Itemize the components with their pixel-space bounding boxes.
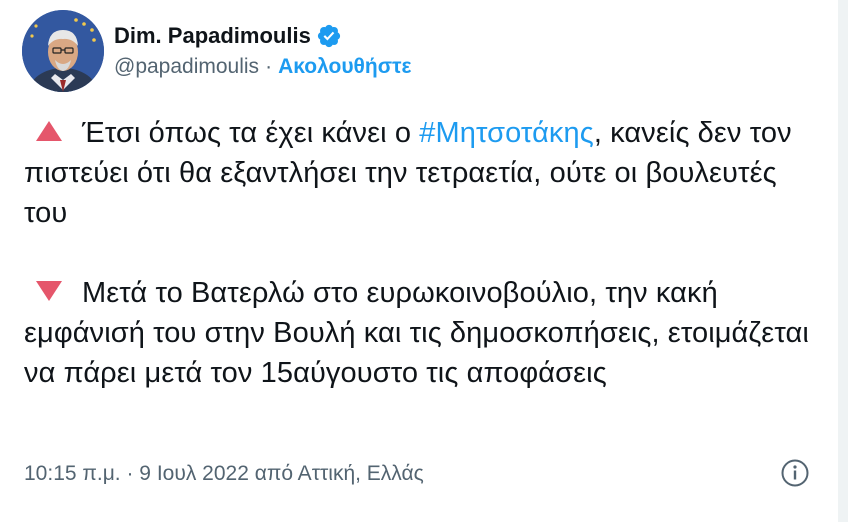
author-display-name[interactable]: Dim. Papadimoulis [114, 23, 311, 49]
follow-button[interactable]: Ακολουθήστε [278, 55, 411, 79]
triangle-up-icon [36, 121, 62, 142]
paragraph-2-text: Μετά το Βατερλώ στο ευρωκοινοβούλιο, την… [24, 277, 809, 389]
info-icon[interactable] [780, 458, 810, 488]
hashtag-link[interactable]: #Μητσοτάκης [419, 117, 594, 149]
tweet-header: Dim. Papadimoulis @papadimoulis · Ακολου… [22, 10, 411, 92]
verified-badge-icon [316, 23, 342, 49]
tweet-paragraph-1: Έτσι όπως τα έχει κάνει ο #Μητσοτάκης, κ… [24, 113, 824, 233]
avatar[interactable] [22, 10, 104, 92]
avatar-image [22, 10, 104, 92]
name-row: Dim. Papadimoulis [114, 23, 411, 49]
handle-row: @papadimoulis · Ακολουθήστε [114, 55, 411, 79]
panel-edge [838, 0, 848, 522]
tweet-paragraph-2: Μετά το Βατερλώ στο ευρωκοινοβούλιο, την… [24, 273, 824, 393]
author-identity: Dim. Papadimoulis @papadimoulis · Ακολου… [114, 23, 411, 79]
author-handle[interactable]: @papadimoulis [114, 55, 259, 79]
tweet-text: Έτσι όπως τα έχει κάνει ο #Μητσοτάκης, κ… [24, 113, 824, 393]
separator-dot: · [265, 55, 273, 78]
tweet-footer: 10:15 π.μ. · 9 Ιουλ 2022 από Αττική, Ελλ… [24, 459, 824, 489]
paragraph-1-text-before: Έτσι όπως τα έχει κάνει ο [82, 117, 420, 149]
tweet-timestamp[interactable]: 10:15 π.μ. · 9 Ιουλ 2022 από Αττική, Ελλ… [24, 462, 424, 486]
triangle-down-icon [36, 281, 62, 302]
